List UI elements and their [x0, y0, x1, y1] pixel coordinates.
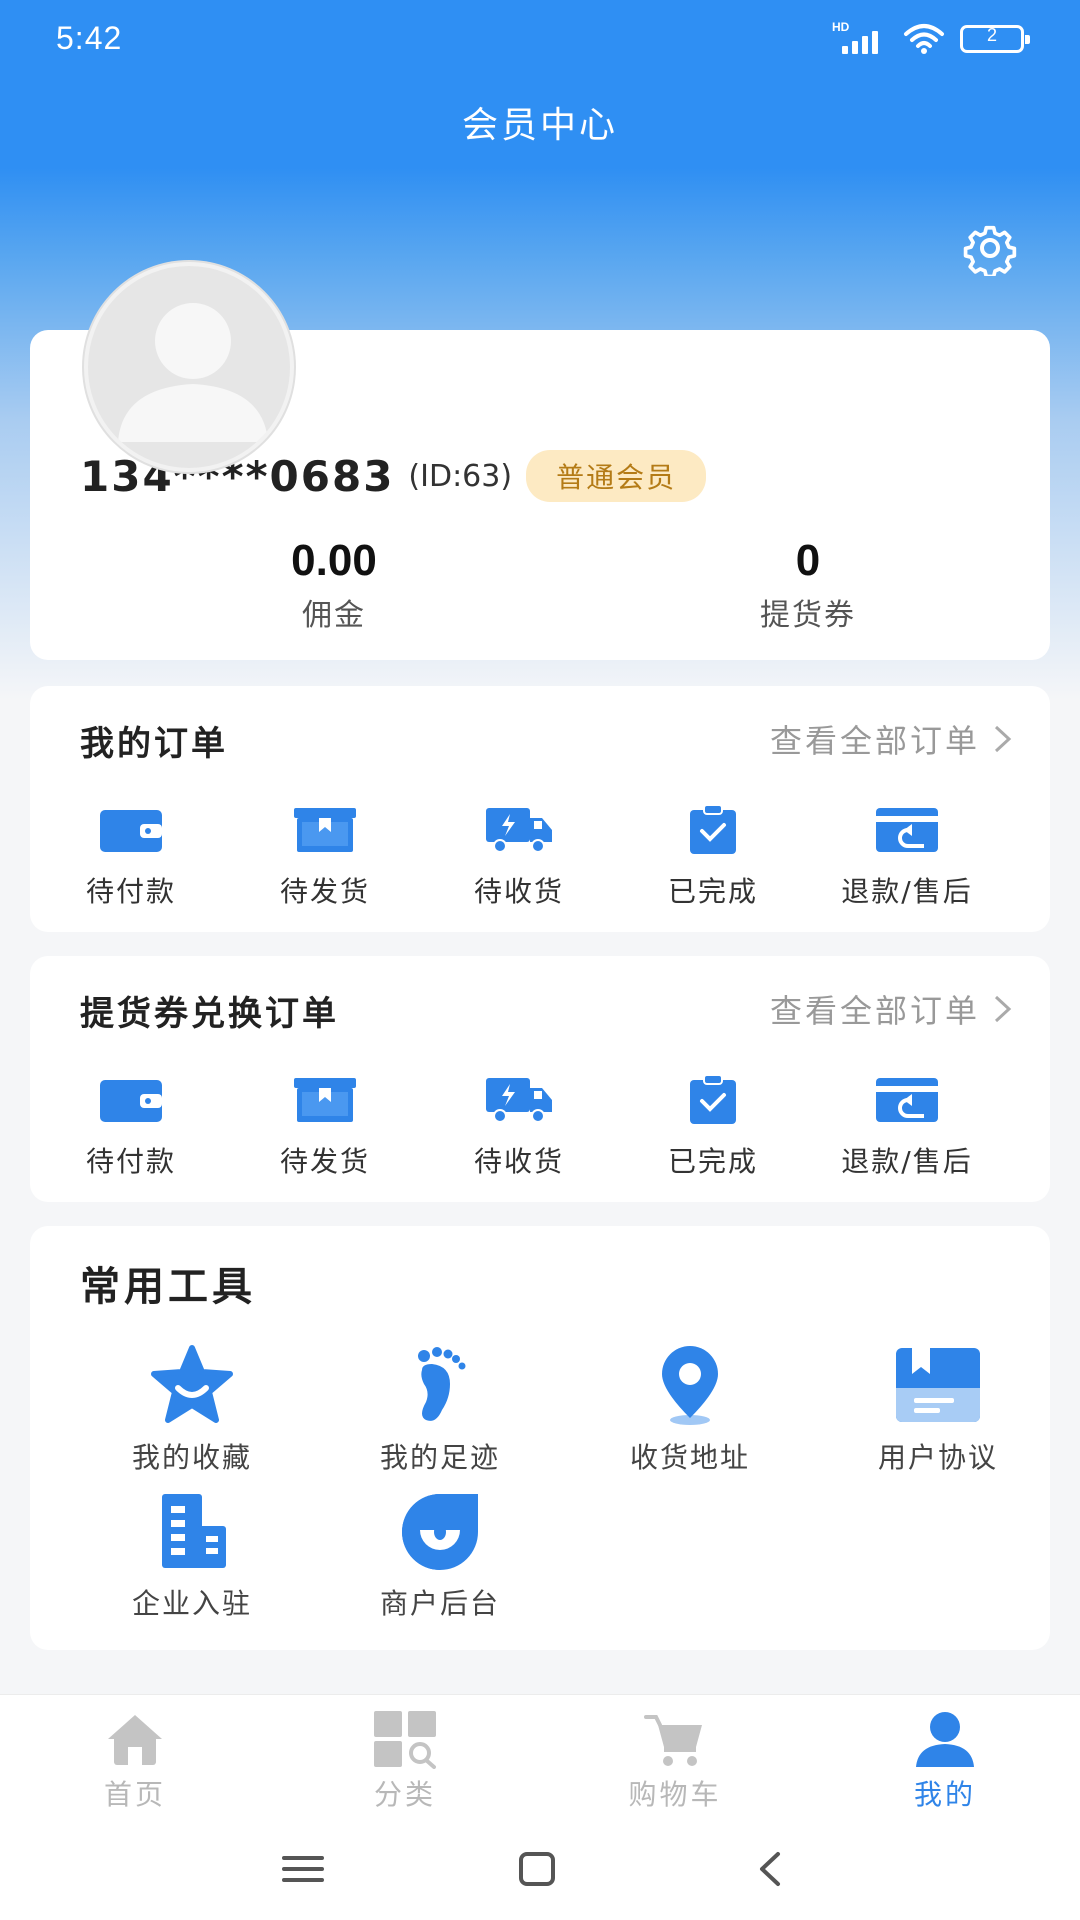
tool-enterprise-join[interactable]: 企业入驻 — [82, 1490, 302, 1622]
box-icon — [294, 1078, 356, 1122]
box-icon — [294, 808, 356, 852]
order-item-label: 待发货 — [279, 875, 370, 908]
order-item-label: 待收货 — [473, 875, 564, 908]
menu-icon[interactable] — [278, 1846, 328, 1892]
category-icon — [374, 1711, 436, 1769]
tool-label: 我的足迹 — [379, 1441, 500, 1474]
order-refund[interactable]: 退款/售后 — [810, 804, 1004, 910]
user-id: (ID:63) — [408, 458, 513, 494]
delivery-truck-icon — [486, 808, 552, 853]
default-avatar-icon — [118, 303, 268, 442]
voucher-value: 0 — [795, 536, 821, 585]
order-pending-receipt[interactable]: 待收货 — [422, 804, 616, 910]
order-item-label: 已完成 — [667, 875, 758, 908]
status-icons: HD 2 — [832, 20, 1030, 56]
bottom-tab-bar: 首页 分类 购物车 我的 — [0, 1694, 1080, 1818]
settings-gear-icon[interactable] — [962, 220, 1018, 276]
building-icon — [162, 1494, 226, 1568]
status-time: 5:42 — [56, 20, 123, 56]
tab-cart[interactable]: 购物车 — [540, 1695, 810, 1818]
clipboard-check-icon — [690, 804, 736, 854]
view-all-orders-label: 查看全部订单 — [769, 722, 980, 760]
page-title: 会员中心 — [461, 105, 618, 146]
status-bar: 5:42 HD 2 — [0, 0, 1080, 80]
home-square-icon[interactable] — [512, 1846, 562, 1892]
footprint-icon — [418, 1347, 466, 1421]
book-icon — [896, 1348, 980, 1422]
tool-label: 商户后台 — [379, 1587, 500, 1620]
order-item-label: 退款/售后 — [841, 1145, 973, 1178]
order-item-label: 待付款 — [85, 1145, 176, 1178]
tab-label: 购物车 — [628, 1778, 722, 1811]
tab-category[interactable]: 分类 — [270, 1695, 540, 1818]
order-pending-payment[interactable]: 待付款 — [34, 804, 228, 910]
wifi-icon — [904, 24, 944, 54]
tab-label: 分类 — [373, 1778, 436, 1811]
wallet-icon — [100, 1080, 162, 1122]
tool-footprints[interactable]: 我的足迹 — [330, 1344, 550, 1476]
home-icon — [108, 1715, 162, 1765]
tab-label: 首页 — [103, 1778, 166, 1811]
merchant-icon — [402, 1494, 478, 1570]
clipboard-check-icon — [690, 1074, 736, 1124]
order-status-list: 待付款 待发货 待收货 已完成 退款/售后 — [30, 804, 1050, 910]
voucher-order-refund[interactable]: 退款/售后 — [810, 1074, 1004, 1180]
back-icon[interactable] — [746, 1846, 796, 1892]
refund-card-icon — [876, 1078, 938, 1122]
commission-value: 0.00 — [291, 536, 377, 585]
voucher-orders-title: 提货券兑换订单 — [80, 994, 339, 1034]
order-item-label: 待发货 — [279, 1145, 370, 1178]
tool-label: 用户协议 — [877, 1441, 998, 1474]
system-nav-bar — [0, 1818, 1080, 1920]
delivery-truck-icon — [486, 1078, 552, 1123]
user-icon — [916, 1712, 974, 1767]
chevron-right-icon — [994, 995, 1012, 1023]
my-orders-title: 我的订单 — [80, 724, 228, 764]
chevron-right-icon — [994, 725, 1012, 753]
commission-stat[interactable]: 0.00 佣金 — [184, 536, 484, 634]
view-all-voucher-orders-link[interactable]: 查看全部订单 — [770, 986, 1014, 1032]
tool-label: 我的收藏 — [131, 1441, 252, 1474]
voucher-order-status-list: 待付款 待发货 待收货 已完成 退款/售后 — [30, 1074, 1050, 1180]
tab-home[interactable]: 首页 — [0, 1695, 270, 1818]
order-item-label: 待付款 — [85, 875, 176, 908]
voucher-order-pending-receipt[interactable]: 待收货 — [422, 1074, 616, 1180]
voucher-order-pending-shipment[interactable]: 待发货 — [228, 1074, 422, 1180]
my-orders-card: 我的订单 查看全部订单 待付款 待发货 待收货 已完成 退款/售后 — [30, 686, 1050, 932]
avatar[interactable] — [84, 262, 294, 472]
voucher-order-pending-payment[interactable]: 待付款 — [34, 1074, 228, 1180]
order-item-label: 已完成 — [667, 1145, 758, 1178]
tool-label: 企业入驻 — [131, 1587, 252, 1620]
tab-mine[interactable]: 我的 — [810, 1695, 1080, 1818]
star-icon — [151, 1345, 233, 1423]
battery-icon: 2 — [960, 25, 1030, 53]
commission-label: 佣金 — [302, 598, 366, 633]
cart-icon — [644, 1715, 702, 1766]
location-pin-icon — [662, 1346, 718, 1425]
refund-card-icon — [876, 808, 938, 852]
voucher-orders-card: 提货券兑换订单 查看全部订单 待付款 待发货 待收货 已完成 退款/售后 — [30, 956, 1050, 1202]
member-level-badge: 普通会员 — [526, 450, 707, 502]
tools-title: 常用工具 — [80, 1264, 256, 1310]
order-item-label: 待收货 — [473, 1145, 564, 1178]
wallet-icon — [100, 810, 162, 852]
order-completed[interactable]: 已完成 — [616, 804, 810, 910]
tab-label: 我的 — [913, 1778, 976, 1811]
order-pending-shipment[interactable]: 待发货 — [228, 804, 422, 910]
tool-shipping-address[interactable]: 收货地址 — [580, 1344, 800, 1476]
signal-icon: HD — [832, 20, 888, 56]
tool-favorites[interactable]: 我的收藏 — [82, 1344, 302, 1476]
tool-label: 收货地址 — [629, 1441, 750, 1474]
order-item-label: 退款/售后 — [841, 875, 973, 908]
battery-level: 2 — [986, 25, 997, 45]
voucher-label: 提货券 — [760, 598, 856, 633]
tools-card: 常用工具 我的收藏 我的足迹 收货地址 用户协议 企业入驻 商户后台 — [30, 1226, 1050, 1650]
voucher-stat[interactable]: 0 提货券 — [658, 536, 958, 634]
tool-merchant-backend[interactable]: 商户后台 — [330, 1490, 550, 1622]
voucher-order-completed[interactable]: 已完成 — [616, 1074, 810, 1180]
tool-user-agreement[interactable]: 用户协议 — [828, 1344, 1048, 1476]
view-all-orders-label: 查看全部订单 — [769, 992, 980, 1030]
view-all-orders-link[interactable]: 查看全部订单 — [770, 716, 1014, 762]
